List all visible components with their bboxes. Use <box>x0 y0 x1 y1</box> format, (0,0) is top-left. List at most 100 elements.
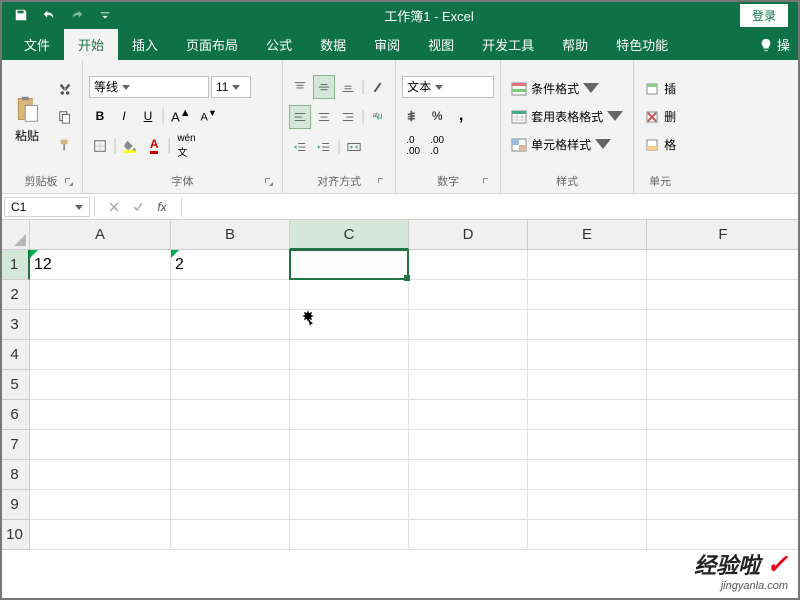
save-button[interactable] <box>8 2 34 28</box>
cell-B7[interactable] <box>171 430 290 460</box>
cell-D2[interactable] <box>409 280 528 310</box>
font-size-combo[interactable]: 11 <box>211 76 251 98</box>
row-header-7[interactable]: 7 <box>0 430 30 460</box>
cell-C7[interactable] <box>290 430 409 460</box>
format-table-button[interactable]: 套用表格格式 <box>507 104 627 130</box>
cell-D7[interactable] <box>409 430 528 460</box>
cell-F4[interactable] <box>647 340 800 370</box>
cell-E1[interactable] <box>528 250 647 280</box>
formula-cancel-button[interactable] <box>103 196 125 218</box>
cell-D10[interactable] <box>409 520 528 550</box>
cell-D8[interactable] <box>409 460 528 490</box>
percent-button[interactable]: % <box>426 104 448 128</box>
cell-C4[interactable] <box>290 340 409 370</box>
align-bottom-button[interactable] <box>337 75 359 99</box>
cell-B9[interactable] <box>171 490 290 520</box>
font-launcher[interactable] <box>264 177 276 189</box>
cut-button[interactable] <box>54 77 76 101</box>
cell-E2[interactable] <box>528 280 647 310</box>
phonetic-button[interactable]: wén文 <box>173 134 199 158</box>
cell-A8[interactable] <box>30 460 171 490</box>
tab-view[interactable]: 视图 <box>414 29 468 60</box>
cell-E3[interactable] <box>528 310 647 340</box>
paste-button[interactable]: 粘贴 <box>6 64 48 169</box>
conditional-format-button[interactable]: 条件格式 <box>507 76 627 102</box>
cell-F9[interactable] <box>647 490 800 520</box>
cell-F5[interactable] <box>647 370 800 400</box>
currency-button[interactable] <box>402 104 424 128</box>
col-header-F[interactable]: F <box>647 220 800 250</box>
borders-button[interactable] <box>89 134 111 158</box>
align-center-button[interactable] <box>313 105 335 129</box>
cell-B5[interactable] <box>171 370 290 400</box>
cell-E5[interactable] <box>528 370 647 400</box>
align-middle-button[interactable] <box>313 75 335 99</box>
col-header-A[interactable]: A <box>30 220 171 250</box>
cell-E8[interactable] <box>528 460 647 490</box>
cell-E4[interactable] <box>528 340 647 370</box>
cell-C9[interactable] <box>290 490 409 520</box>
clipboard-launcher[interactable] <box>64 177 76 189</box>
row-header-6[interactable]: 6 <box>0 400 30 430</box>
cell-E10[interactable] <box>528 520 647 550</box>
cell-A10[interactable] <box>30 520 171 550</box>
format-cells-button[interactable]: 格 <box>640 132 680 158</box>
col-header-B[interactable]: B <box>171 220 290 250</box>
tab-review[interactable]: 审阅 <box>360 29 414 60</box>
login-button[interactable]: 登录 <box>740 4 788 27</box>
row-header-2[interactable]: 2 <box>0 280 30 310</box>
cell-C2[interactable] <box>290 280 409 310</box>
decrease-decimal-button[interactable]: .00.0 <box>426 134 448 158</box>
row-header-1[interactable]: 1 <box>0 250 30 280</box>
cell-A9[interactable] <box>30 490 171 520</box>
insert-function-button[interactable]: fx <box>151 196 173 218</box>
cell-C10[interactable] <box>290 520 409 550</box>
cell-F3[interactable] <box>647 310 800 340</box>
row-header-10[interactable]: 10 <box>0 520 30 550</box>
row-header-4[interactable]: 4 <box>0 340 30 370</box>
cell-C6[interactable] <box>290 400 409 430</box>
cell-D9[interactable] <box>409 490 528 520</box>
cell-D1[interactable] <box>409 250 528 280</box>
cell-F6[interactable] <box>647 400 800 430</box>
cell-A2[interactable] <box>30 280 171 310</box>
cell-F8[interactable] <box>647 460 800 490</box>
delete-cells-button[interactable]: 删 <box>640 104 680 130</box>
tab-developer[interactable]: 开发工具 <box>468 29 548 60</box>
cell-B2[interactable] <box>171 280 290 310</box>
font-name-combo[interactable]: 等线 <box>89 76 209 98</box>
cell-B1[interactable]: 2 <box>171 250 290 280</box>
col-header-E[interactable]: E <box>528 220 647 250</box>
cell-A7[interactable] <box>30 430 171 460</box>
tab-file[interactable]: 文件 <box>10 29 64 60</box>
name-box[interactable]: C1 <box>4 197 90 217</box>
select-all-button[interactable] <box>0 220 30 250</box>
cell-A6[interactable] <box>30 400 171 430</box>
tab-help[interactable]: 帮助 <box>548 29 602 60</box>
insert-cells-button[interactable]: 插 <box>640 76 680 102</box>
decrease-indent-button[interactable] <box>289 135 311 159</box>
italic-button[interactable]: I <box>113 104 135 128</box>
row-header-9[interactable]: 9 <box>0 490 30 520</box>
cell-D5[interactable] <box>409 370 528 400</box>
cell-A4[interactable] <box>30 340 171 370</box>
increase-font-button[interactable]: A▲ <box>167 104 194 128</box>
tab-home[interactable]: 开始 <box>64 29 118 60</box>
tab-insert[interactable]: 插入 <box>118 29 172 60</box>
row-header-3[interactable]: 3 <box>0 310 30 340</box>
cell-C8[interactable] <box>290 460 409 490</box>
tab-formulas[interactable]: 公式 <box>252 29 306 60</box>
cell-A3[interactable] <box>30 310 171 340</box>
format-painter-button[interactable] <box>54 133 76 157</box>
merge-button[interactable] <box>343 135 365 159</box>
cell-B8[interactable] <box>171 460 290 490</box>
cell-D4[interactable] <box>409 340 528 370</box>
formula-enter-button[interactable] <box>127 196 149 218</box>
fill-color-button[interactable] <box>119 134 141 158</box>
bold-button[interactable]: B <box>89 104 111 128</box>
col-header-D[interactable]: D <box>409 220 528 250</box>
tell-me[interactable]: 操 <box>749 29 800 60</box>
comma-button[interactable]: , <box>450 104 472 128</box>
underline-button[interactable]: U <box>137 104 159 128</box>
cell-F2[interactable] <box>647 280 800 310</box>
